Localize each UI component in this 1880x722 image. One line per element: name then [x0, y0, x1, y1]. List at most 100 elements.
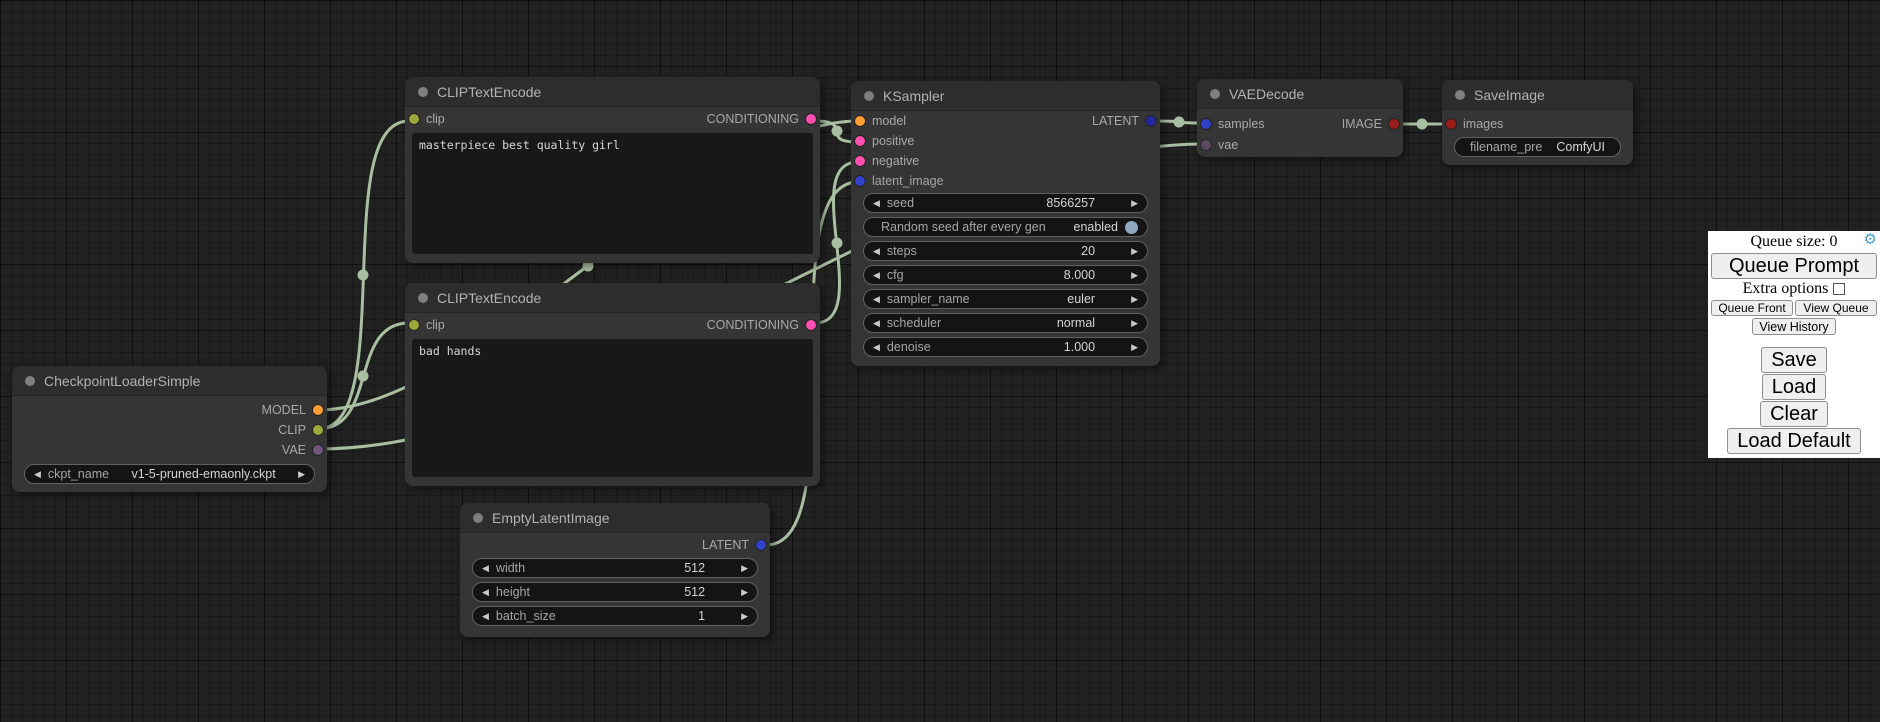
input-clip[interactable]: clip — [409, 318, 445, 332]
decrement-arrow-icon[interactable]: ◀ — [34, 470, 41, 479]
load-default-button[interactable]: Load Default — [1727, 428, 1860, 454]
extra-options-checkbox[interactable] — [1833, 283, 1845, 295]
increment-arrow-icon[interactable]: ▶ — [741, 612, 748, 621]
latent-port-icon[interactable] — [756, 540, 766, 550]
scheduler-combo[interactable]: ◀ scheduler normal ▶ — [863, 313, 1148, 333]
increment-arrow-icon[interactable]: ▶ — [741, 588, 748, 597]
input-positive[interactable]: positive — [855, 134, 914, 148]
width-number-widget[interactable]: ◀ width 512 ▶ — [472, 558, 758, 578]
image-port-icon[interactable] — [1446, 119, 1456, 129]
output-latent[interactable]: LATENT — [1092, 114, 1156, 128]
clip-port-icon[interactable] — [409, 114, 419, 124]
increment-arrow-icon[interactable]: ▶ — [1131, 271, 1138, 280]
increment-arrow-icon[interactable]: ▶ — [1131, 343, 1138, 352]
toggle-enabled-icon[interactable] — [1125, 221, 1138, 234]
increment-arrow-icon[interactable]: ▶ — [1131, 199, 1138, 208]
node-title-bar[interactable]: SaveImage — [1442, 80, 1633, 110]
sampler-name-combo[interactable]: ◀ sampler_name euler ▶ — [863, 289, 1148, 309]
output-conditioning[interactable]: CONDITIONING — [707, 112, 816, 126]
negative-prompt-textarea[interactable]: bad hands — [412, 339, 813, 477]
decrement-arrow-icon[interactable]: ◀ — [873, 319, 880, 328]
output-vae[interactable]: VAE — [282, 443, 323, 457]
node-title-bar[interactable]: CLIPTextEncode — [405, 77, 820, 107]
node-status-dot-icon — [418, 293, 428, 303]
increment-arrow-icon[interactable]: ▶ — [1131, 247, 1138, 256]
latent-port-icon[interactable] — [1146, 116, 1156, 126]
node-title-bar[interactable]: CLIPTextEncode — [405, 283, 820, 313]
node-clip-text-encode-negative[interactable]: CLIPTextEncode clip CONDITIONING bad han… — [405, 283, 820, 486]
positive-prompt-textarea[interactable]: masterpiece best quality girl — [412, 133, 813, 254]
view-queue-button[interactable]: View Queue — [1795, 300, 1877, 316]
decrement-arrow-icon[interactable]: ◀ — [873, 295, 880, 304]
input-latent-image[interactable]: latent_image — [855, 174, 944, 188]
view-history-button[interactable]: View History — [1752, 318, 1836, 335]
conditioning-port-icon[interactable] — [806, 114, 816, 124]
node-title-bar[interactable]: KSampler — [851, 81, 1160, 111]
node-title-bar[interactable]: CheckpointLoaderSimple — [12, 366, 327, 396]
ckpt-name-combo[interactable]: ◀ ckpt_name v1-5-pruned-emaonly.ckpt ▶ — [24, 464, 315, 484]
node-status-dot-icon — [1210, 89, 1220, 99]
node-graph-canvas[interactable]: CheckpointLoaderSimple MODEL CLIP VAE ◀ … — [0, 0, 1880, 722]
node-title: KSampler — [883, 88, 944, 104]
seed-number-widget[interactable]: ◀ seed 8566257 ▶ — [863, 193, 1148, 213]
increment-arrow-icon[interactable]: ▶ — [298, 470, 305, 479]
decrement-arrow-icon[interactable]: ◀ — [873, 199, 880, 208]
batch-size-number-widget[interactable]: ◀ batch_size 1 ▶ — [472, 606, 758, 626]
node-vae-decode[interactable]: VAEDecode samples IMAGE vae — [1197, 79, 1403, 157]
decrement-arrow-icon[interactable]: ◀ — [873, 343, 880, 352]
clip-port-icon[interactable] — [409, 320, 419, 330]
image-port-icon[interactable] — [1389, 119, 1399, 129]
decrement-arrow-icon[interactable]: ◀ — [482, 612, 489, 621]
vae-port-icon[interactable] — [313, 445, 323, 455]
node-title-bar[interactable]: EmptyLatentImage — [460, 503, 770, 533]
output-conditioning[interactable]: CONDITIONING — [707, 318, 816, 332]
node-ksampler[interactable]: KSampler model LATENT positive negative — [851, 81, 1160, 366]
node-clip-text-encode-positive[interactable]: CLIPTextEncode clip CONDITIONING masterp… — [405, 77, 820, 263]
clip-port-icon[interactable] — [313, 425, 323, 435]
output-model[interactable]: MODEL — [262, 403, 323, 417]
conditioning-port-icon[interactable] — [855, 136, 865, 146]
output-image[interactable]: IMAGE — [1342, 117, 1399, 131]
queue-front-button[interactable]: Queue Front — [1711, 300, 1793, 316]
input-samples[interactable]: samples — [1201, 117, 1265, 131]
denoise-number-widget[interactable]: ◀ denoise 1.000 ▶ — [863, 337, 1148, 357]
queue-size-label: Queue size: 0 — [1750, 233, 1837, 251]
input-model[interactable]: model — [855, 114, 906, 128]
decrement-arrow-icon[interactable]: ◀ — [482, 588, 489, 597]
increment-arrow-icon[interactable]: ▶ — [741, 564, 748, 573]
input-vae[interactable]: vae — [1201, 138, 1238, 152]
clear-button[interactable]: Clear — [1760, 401, 1828, 427]
model-port-icon[interactable] — [855, 116, 865, 126]
increment-arrow-icon[interactable]: ▶ — [1131, 295, 1138, 304]
decrement-arrow-icon[interactable]: ◀ — [482, 564, 489, 573]
latent-port-icon[interactable] — [1201, 119, 1211, 129]
decrement-arrow-icon[interactable]: ◀ — [873, 247, 880, 256]
node-save-image[interactable]: SaveImage images filename_prefix ComfyUI — [1442, 80, 1633, 165]
load-button[interactable]: Load — [1762, 374, 1827, 400]
input-clip[interactable]: clip — [409, 112, 445, 126]
settings-gear-icon[interactable]: ⚙ — [1864, 233, 1877, 248]
save-button[interactable]: Save — [1761, 347, 1827, 373]
conditioning-port-icon[interactable] — [855, 156, 865, 166]
node-empty-latent-image[interactable]: EmptyLatentImage LATENT ◀ width 512 ▶ ◀ … — [460, 503, 770, 637]
cfg-number-widget[interactable]: ◀ cfg 8.000 ▶ — [863, 265, 1148, 285]
output-clip[interactable]: CLIP — [278, 423, 323, 437]
input-negative[interactable]: negative — [855, 154, 919, 168]
filename-prefix-widget[interactable]: filename_prefix ComfyUI — [1454, 137, 1621, 157]
latent-port-icon[interactable] — [855, 176, 865, 186]
node-title-bar[interactable]: VAEDecode — [1197, 79, 1403, 109]
steps-number-widget[interactable]: ◀ steps 20 ▶ — [863, 241, 1148, 261]
node-status-dot-icon — [864, 91, 874, 101]
decrement-arrow-icon[interactable]: ◀ — [873, 271, 880, 280]
model-port-icon[interactable] — [313, 405, 323, 415]
output-latent[interactable]: LATENT — [702, 538, 766, 552]
conditioning-port-icon[interactable] — [806, 320, 816, 330]
height-number-widget[interactable]: ◀ height 512 ▶ — [472, 582, 758, 602]
increment-arrow-icon[interactable]: ▶ — [1131, 319, 1138, 328]
input-images[interactable]: images — [1446, 117, 1503, 131]
random-seed-toggle-widget[interactable]: Random seed after every gen enabled — [863, 217, 1148, 237]
node-status-dot-icon — [473, 513, 483, 523]
vae-port-icon[interactable] — [1201, 140, 1211, 150]
node-checkpoint-loader[interactable]: CheckpointLoaderSimple MODEL CLIP VAE ◀ … — [12, 366, 327, 492]
queue-prompt-button[interactable]: Queue Prompt — [1711, 253, 1877, 278]
